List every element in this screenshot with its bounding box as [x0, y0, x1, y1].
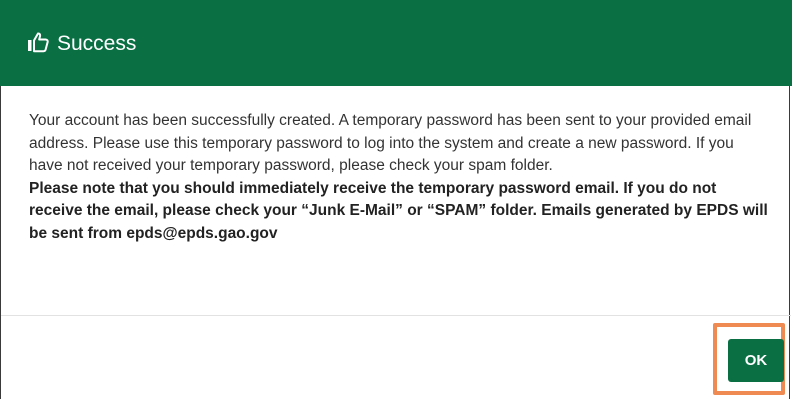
footer-divider [1, 315, 791, 316]
dialog-body: Your account has been successfully creat… [29, 110, 769, 245]
ok-button[interactable]: OK [728, 339, 784, 382]
success-dialog: Success Your account has been successful… [0, 0, 792, 399]
dialog-header: Success [0, 0, 792, 86]
dialog-title: Success [57, 31, 137, 55]
account-created-message: Your account has been successfully creat… [29, 112, 752, 174]
thumbs-up-icon [27, 31, 49, 53]
junk-mail-notice: Please note that you should immediately … [29, 179, 768, 242]
